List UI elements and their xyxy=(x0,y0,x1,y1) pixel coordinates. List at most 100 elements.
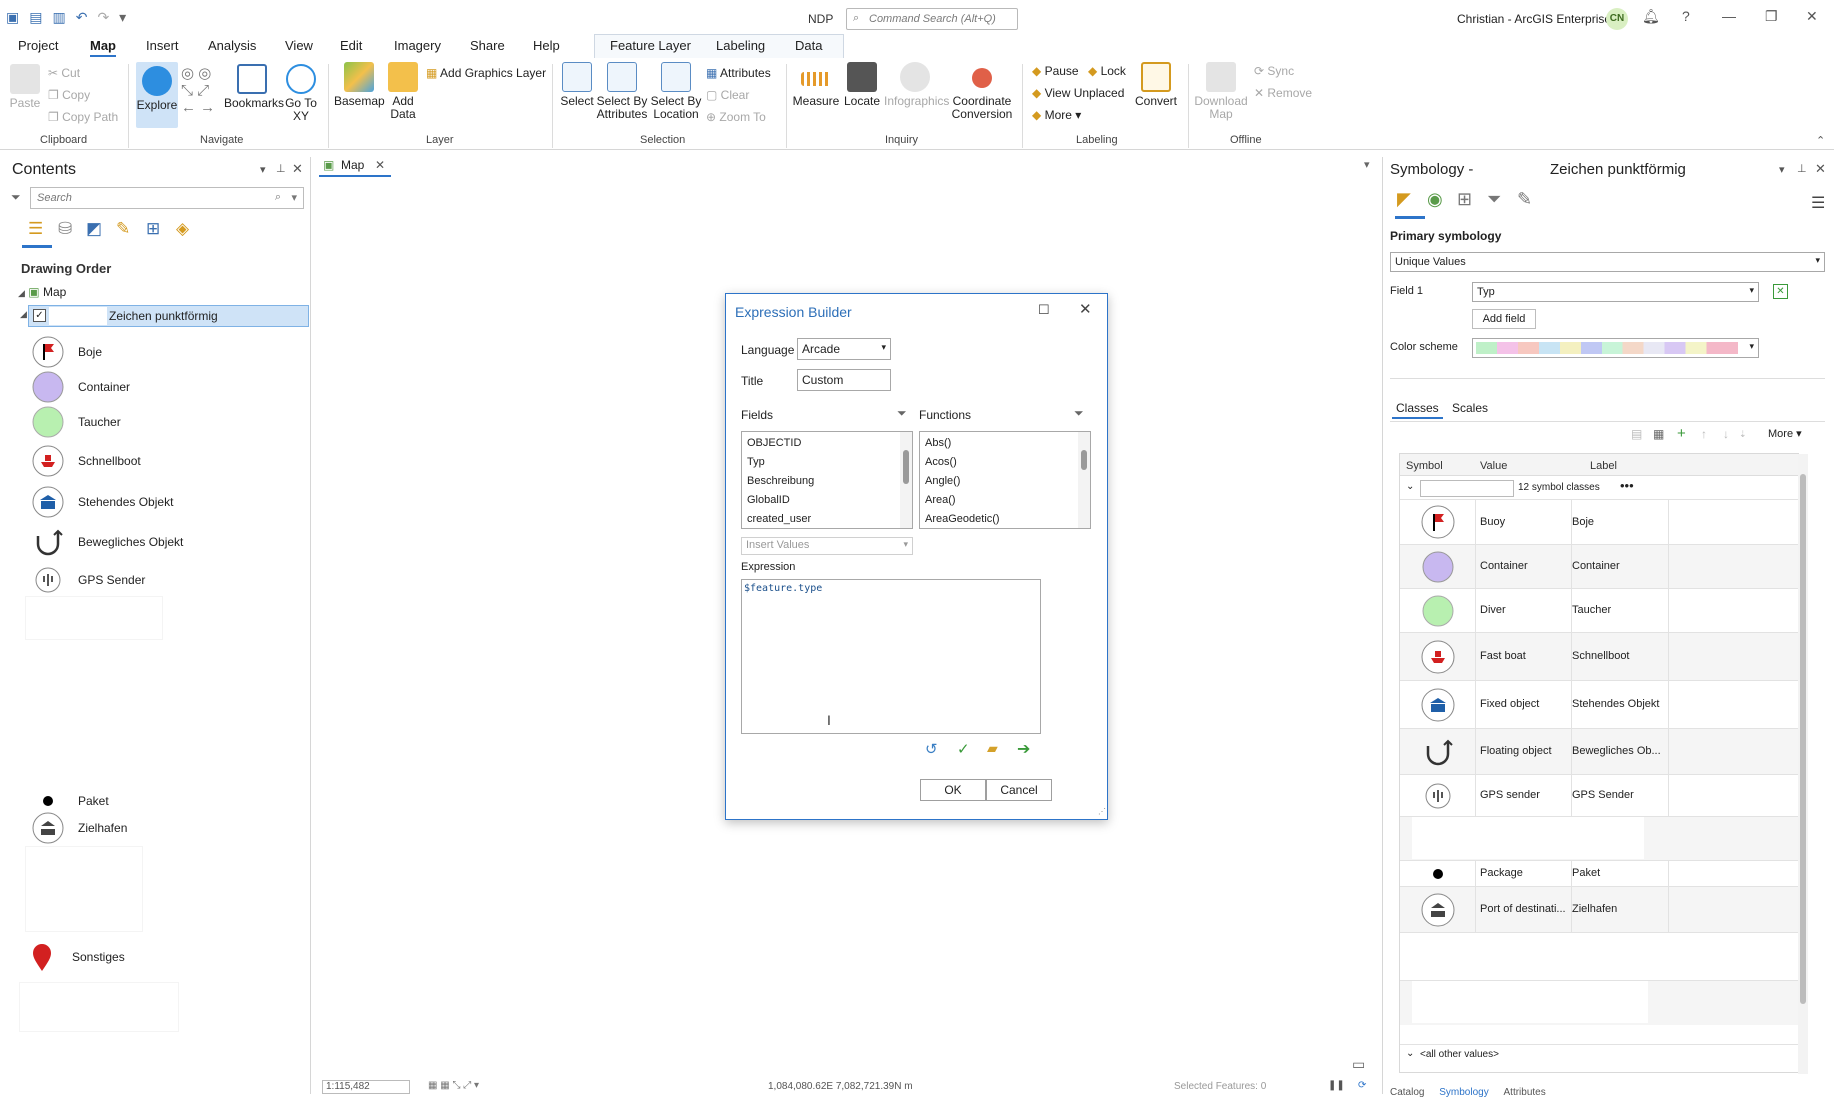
lock-labels-button[interactable]: ◆ Lock xyxy=(1088,64,1126,78)
functions-scrollbar[interactable] xyxy=(1078,432,1090,528)
legend-item[interactable]: Taucher xyxy=(32,406,121,438)
pin-icon[interactable]: ⊥ xyxy=(1797,162,1807,175)
save-icon[interactable]: ▥ xyxy=(52,9,65,26)
pause-labeling-button[interactable]: ◆ Pause xyxy=(1032,64,1079,78)
fields-list[interactable]: OBJECTID Typ Beschreibung GlobalID creat… xyxy=(741,431,913,529)
basemap-button[interactable]: Basemap xyxy=(334,62,385,108)
tab-classes[interactable]: Classes xyxy=(1392,399,1443,419)
splitter[interactable] xyxy=(1390,378,1825,379)
sort-icon[interactable]: ⇣ xyxy=(1739,429,1747,440)
new-project-icon[interactable]: ▣ xyxy=(6,9,19,26)
command-search-input[interactable]: ⌕ Command Search (Alt+Q) xyxy=(846,8,1018,30)
undo-icon[interactable]: ↺ xyxy=(925,740,938,758)
tab-insert[interactable]: Insert xyxy=(146,38,179,53)
functions-list[interactable]: Abs() Acos() Angle() Area() AreaGeodetic… xyxy=(919,431,1091,529)
tab-analysis[interactable]: Analysis xyxy=(208,38,256,53)
pane-options-icon[interactable]: ▾ xyxy=(260,163,266,176)
move-up-icon[interactable]: ↑ xyxy=(1701,427,1707,441)
minimize-icon[interactable]: — xyxy=(1722,8,1736,24)
add-graphics-layer-button[interactable]: ▦ Add Graphics Layer xyxy=(426,66,546,80)
expand-icon[interactable]: ◢ xyxy=(20,309,27,320)
green-circle-icon[interactable] xyxy=(1400,589,1476,632)
fields-scrollbar[interactable] xyxy=(900,432,912,528)
list-item[interactable]: GlobalID xyxy=(747,494,790,506)
locate-button[interactable]: Locate xyxy=(842,62,882,108)
go-to-xy-button[interactable]: Go To XY xyxy=(284,64,318,123)
expand-icon[interactable]: ◢ xyxy=(18,288,25,298)
tab-feature-layer[interactable]: Feature Layer xyxy=(610,38,691,53)
list-by-data-source-icon[interactable]: ⛁ xyxy=(58,219,72,239)
list-by-editing-icon[interactable]: ✎ xyxy=(116,219,130,239)
layer-zeichen-punktfoermig[interactable]: ✓ Zeichen punktförmig xyxy=(28,305,309,327)
pin-icon[interactable]: ⊥ xyxy=(276,162,286,175)
pause-drawing-icon[interactable]: ❚❚ xyxy=(1328,1080,1345,1091)
tab-symbology[interactable]: Symbology xyxy=(1439,1087,1488,1098)
close-pane-icon[interactable]: ✕ xyxy=(1815,161,1826,177)
legend-item[interactable]: Stehendes Objekt xyxy=(32,486,173,518)
language-select[interactable]: Arcade ▾ xyxy=(797,338,891,360)
labeling-more-button[interactable]: ◆ More ▾ xyxy=(1032,108,1081,122)
legend-item[interactable]: Zielhafen xyxy=(32,812,127,844)
layer-visibility-checkbox[interactable]: ✓ xyxy=(33,309,46,322)
tab-data[interactable]: Data xyxy=(795,38,822,53)
chevron-down-icon[interactable]: ⌄ xyxy=(1406,481,1414,492)
chevron-down-icon[interactable]: ⌄ xyxy=(1406,1048,1414,1059)
expression-editor[interactable]: $feature.type xyxy=(741,579,1041,734)
list-item[interactable]: AreaGeodetic() xyxy=(925,513,1000,525)
tab-attributes[interactable]: Attributes xyxy=(1504,1087,1546,1098)
pane-options-icon[interactable]: ▾ xyxy=(1779,163,1785,176)
infographics-button[interactable]: Infographics xyxy=(884,62,949,108)
collapse-ribbon-icon[interactable]: ⌃ xyxy=(1816,134,1825,147)
undo-icon[interactable]: ↶ xyxy=(76,9,88,26)
arrow-right-icon[interactable]: ➔ xyxy=(1017,739,1030,759)
copy-path-button[interactable]: ❐ Copy Path xyxy=(48,110,118,124)
attributes-button[interactable]: ▦ Attributes xyxy=(706,66,771,80)
zoom-to-selection-button[interactable]: ⊕ Zoom To xyxy=(706,110,766,124)
table-row[interactable]: GPS sender GPS Sender xyxy=(1400,775,1798,817)
copy-button[interactable]: ❐ Copy xyxy=(48,88,90,102)
column-header-value[interactable]: Value xyxy=(1480,460,1507,472)
sync-button[interactable]: ⟳ Sync xyxy=(1254,64,1294,78)
remove-offline-button[interactable]: ✕ Remove xyxy=(1254,86,1312,100)
tab-imagery[interactable]: Imagery xyxy=(394,38,441,53)
list-by-snapping-icon[interactable]: ⊞ xyxy=(146,219,160,239)
table-scrollbar[interactable] xyxy=(1798,454,1808,1074)
gps-sender-icon[interactable] xyxy=(1400,775,1476,816)
fixed-object-icon[interactable] xyxy=(1400,681,1476,728)
verify-checkmark-icon[interactable]: ✓ xyxy=(957,740,970,758)
table-row[interactable]: Fixed object Stehendes Objekt xyxy=(1400,681,1798,729)
add-all-values-icon[interactable]: ▦ xyxy=(1653,427,1664,441)
table-row[interactable]: Package Paket xyxy=(1400,861,1798,887)
filter-fields-icon[interactable]: ⏷ xyxy=(897,406,907,421)
tab-share[interactable]: Share xyxy=(470,38,505,53)
menu-icon[interactable]: ☰ xyxy=(1811,193,1825,213)
tab-edit[interactable]: Edit xyxy=(340,38,362,53)
column-header-symbol[interactable]: Symbol xyxy=(1406,460,1443,472)
add-field-button[interactable]: Add field xyxy=(1472,309,1536,329)
table-row[interactable]: Diver Taucher xyxy=(1400,589,1798,633)
select-button[interactable]: Select xyxy=(560,62,594,108)
resize-grip-icon[interactable]: ⋰ xyxy=(1098,807,1106,816)
explore-button[interactable]: Explore xyxy=(136,62,178,128)
legend-item[interactable]: Schnellboot xyxy=(32,445,141,477)
paste-button[interactable]: Paste xyxy=(8,64,42,110)
tab-project[interactable]: Project xyxy=(18,38,58,53)
primary-symbology-icon[interactable]: ◤ xyxy=(1397,189,1411,210)
insert-values-select[interactable]: Insert Values ▾ xyxy=(741,537,913,555)
avatar[interactable]: CN xyxy=(1606,8,1628,30)
list-item[interactable]: created_user xyxy=(747,513,811,525)
filter-functions-icon[interactable]: ⏷ xyxy=(1074,406,1084,421)
list-item[interactable]: OBJECTID xyxy=(747,437,801,449)
scale-input[interactable]: 1:115,482 xyxy=(322,1080,410,1094)
chevron-down-icon[interactable]: ▾ xyxy=(291,191,297,204)
view-tools-icon[interactable]: ▦ ▦ ⤡ ⤢ ▾ xyxy=(428,1080,479,1091)
table-row[interactable]: Fast boat Schnellboot xyxy=(1400,633,1798,681)
navigate-tools-icon[interactable]: ◎ ◎ ⤡ ⤢ ← → xyxy=(181,64,215,116)
feature-display-icon[interactable]: ✎ xyxy=(1517,189,1532,210)
title-input[interactable]: Custom xyxy=(797,369,891,391)
list-item[interactable]: Acos() xyxy=(925,456,957,468)
signed-in-user[interactable]: Christian - ArcGIS Enterprise xyxy=(1457,12,1611,26)
close-dialog-icon[interactable]: ✕ xyxy=(1079,300,1092,318)
tab-catalog[interactable]: Catalog xyxy=(1390,1087,1424,1098)
package-dot-icon[interactable] xyxy=(1400,861,1476,886)
